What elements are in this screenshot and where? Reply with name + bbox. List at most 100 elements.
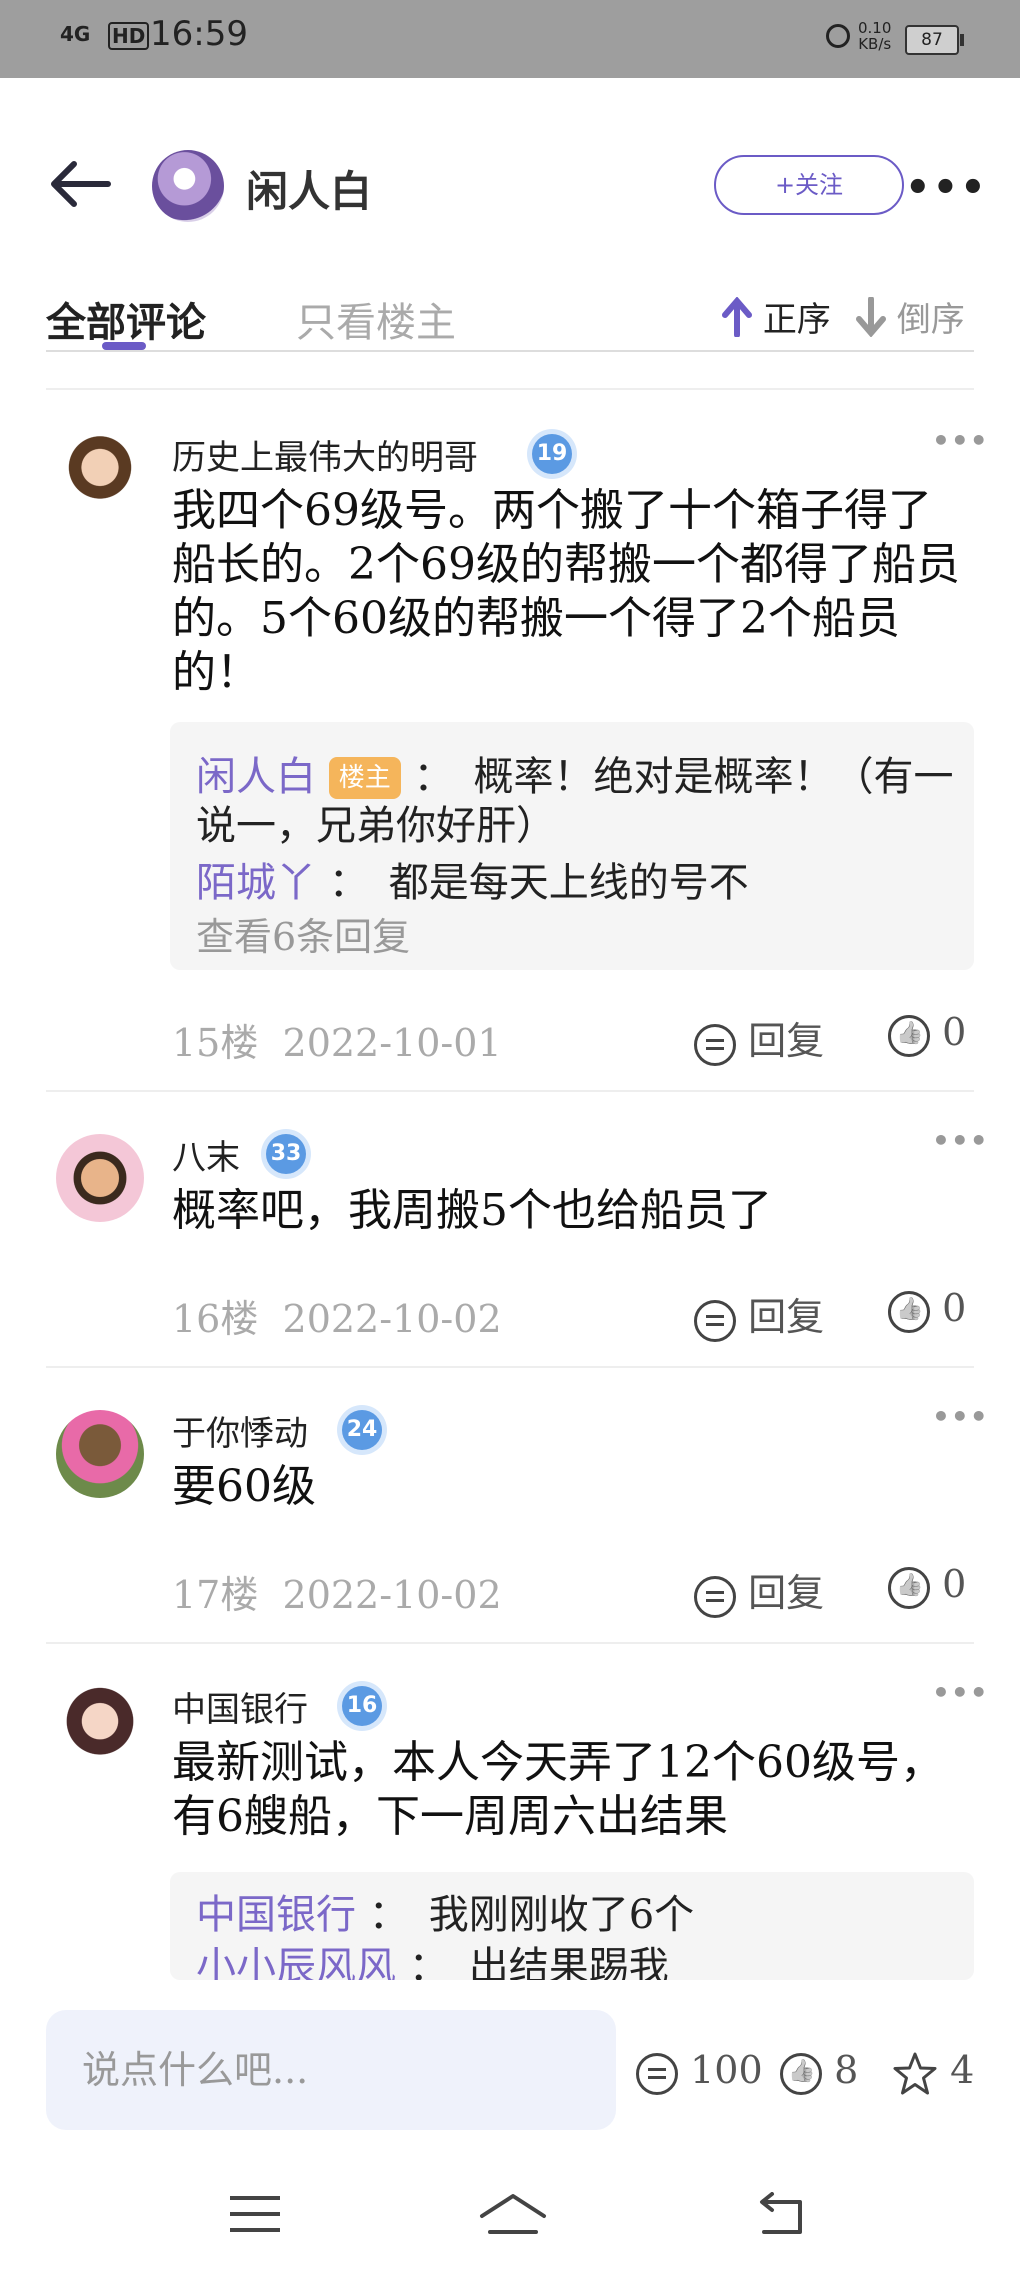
comment-text: 我四个69级号。两个搬了十个箱子得了船长的。2个69级的帮搬一个都得了船员的。5… (172, 485, 960, 698)
reply-username[interactable]: 陌城丫 (196, 860, 316, 906)
home-icon[interactable] (478, 2192, 548, 2246)
divider (46, 1642, 974, 1644)
comment-more-icon[interactable]: ••• (932, 424, 989, 457)
comment-username[interactable]: 历史上最伟大的明哥 (172, 430, 478, 479)
network-indicator: 4G (60, 22, 91, 46)
battery-icon: 87 (905, 25, 964, 55)
comment-username[interactable]: 八末 (172, 1130, 240, 1179)
follow-button[interactable]: +关注 (714, 155, 904, 215)
reply-button[interactable]: 回复 (694, 1286, 824, 1342)
reply-label: 回复 (748, 1571, 825, 1615)
comment-avatar[interactable] (56, 434, 144, 522)
reply-label: 回复 (748, 1295, 825, 1339)
tabs-divider (46, 350, 974, 352)
reply-label: 回复 (748, 1019, 825, 1063)
reply-item: 中国银行 ： 我刚刚收了6个 (196, 1882, 956, 1940)
host-badge: 楼主 (328, 757, 401, 799)
comment-date: 2022-10-02 (282, 1573, 502, 1617)
like-button[interactable]: 0 (888, 1562, 966, 1609)
level-badge: 24 (342, 1410, 382, 1450)
like-count: 0 (942, 1562, 967, 1606)
floor-number: 15楼 (172, 1021, 259, 1065)
page-title: 闲人白 (246, 167, 373, 216)
comment-more-icon[interactable]: ••• (932, 1676, 989, 1709)
floor-number: 16楼 (172, 1297, 259, 1341)
like-button[interactable]: 0 (888, 1286, 966, 1333)
hd-indicator: HD (108, 22, 150, 50)
level-badge: 19 (532, 434, 572, 474)
comment-more-icon[interactable]: ••• (932, 1124, 989, 1157)
back-icon[interactable] (752, 2192, 808, 2246)
level-badge: 33 (266, 1134, 306, 1174)
back-arrow-icon[interactable] (48, 160, 112, 212)
comments-count: 100 (690, 2048, 763, 2092)
comment-meta: 17楼 2022-10-02 (172, 1564, 502, 1619)
thumbs-up-icon (888, 1014, 930, 1057)
reply-item: 小小辰风风 ： 出结果踢我 (196, 1934, 956, 1980)
floor-number: 17楼 (172, 1573, 259, 1617)
sort-descending-button[interactable]: 倒序 (856, 292, 965, 341)
comment-meta: 16楼 2022-10-02 (172, 1288, 502, 1343)
likes-count-button[interactable]: 8 (780, 2048, 858, 2095)
thumbs-up-icon (888, 1566, 930, 1609)
reply-item: 闲人白 楼主 ： 概率！绝对是概率！（有一说一，兄弟你好肝） (196, 744, 956, 850)
level-badge: 16 (342, 1686, 382, 1726)
like-count: 0 (942, 1010, 967, 1054)
favorites-count: 4 (950, 2048, 975, 2092)
clock: 16:59 (150, 14, 248, 54)
like-button[interactable]: 0 (888, 1010, 966, 1057)
thumbs-up-icon (888, 1290, 930, 1333)
comment-date: 2022-10-02 (282, 1297, 502, 1341)
reply-button[interactable]: 回复 (694, 1562, 824, 1618)
comment-text: 最新测试，本人今天弄了12个60级号，有6艘船，下一周周六出结果 (172, 1737, 944, 1842)
reply-text: ： 出结果踢我 (408, 1944, 669, 1980)
reply-icon (694, 1023, 736, 1066)
reply-preview-box[interactable]: 中国银行 ： 我刚刚收了6个 小小辰风风 ： 出结果踢我 (170, 1872, 974, 1980)
view-more-replies-link[interactable]: 查看6条回复 (196, 906, 410, 961)
arrow-down-icon (856, 296, 886, 338)
comment-avatar[interactable] (56, 1686, 144, 1774)
reply-preview-box[interactable]: 闲人白 楼主 ： 概率！绝对是概率！（有一说一，兄弟你好肝） 陌城丫 ： 都是每… (170, 722, 974, 970)
comment-avatar[interactable] (56, 1410, 144, 1498)
like-count: 0 (942, 1286, 967, 1330)
comment-meta: 15楼 2022-10-01 (172, 1012, 502, 1067)
reply-text: ： 我刚刚收了6个 (368, 1892, 695, 1938)
comment-date: 2022-10-01 (282, 1021, 502, 1065)
comment-more-icon[interactable]: ••• (932, 1400, 989, 1433)
divider (46, 388, 974, 390)
more-options-icon[interactable]: ••• (905, 165, 988, 211)
sort-descending-label: 倒序 (896, 300, 965, 340)
reply-icon (694, 1299, 736, 1342)
reply-button[interactable]: 回复 (694, 1010, 824, 1066)
status-bar: 4G HD 16:59 0.10 KB/s 87 (0, 0, 1020, 78)
reply-username[interactable]: 中国银行 (196, 1892, 356, 1938)
thumbs-up-icon (780, 2052, 822, 2095)
comment-icon (636, 2052, 678, 2095)
comment-text: 概率吧，我周搬5个也给船员了 (172, 1185, 772, 1236)
comment-avatar[interactable] (56, 1134, 144, 1222)
author-avatar[interactable] (152, 150, 224, 222)
reply-icon (694, 1575, 736, 1618)
comment-username[interactable]: 中国银行 (172, 1682, 308, 1731)
comments-count-button[interactable]: 100 (636, 2048, 763, 2095)
divider (46, 1090, 974, 1092)
likes-count: 8 (834, 2048, 859, 2092)
active-tab-indicator (102, 342, 146, 350)
comment-input[interactable]: 说点什么吧... (46, 2010, 616, 2130)
comment-username[interactable]: 于你悸动 (172, 1406, 308, 1455)
menu-icon[interactable] (230, 2196, 280, 2200)
sort-ascending-label: 正序 (762, 300, 831, 340)
network-speed: 0.10 KB/s (858, 19, 892, 53)
tab-all-comments[interactable]: 全部评论 (46, 290, 206, 348)
sort-ascending-button[interactable]: 正序 (722, 292, 831, 341)
tab-host-only[interactable]: 只看楼主 (296, 290, 456, 348)
reply-item: 陌城丫 ： 都是每天上线的号不 (196, 850, 956, 908)
favorites-count-button[interactable]: 4 (892, 2048, 974, 2097)
arrow-up-icon (722, 296, 752, 338)
reply-username[interactable]: 闲人白 (196, 754, 316, 800)
star-icon (893, 2052, 937, 2094)
reply-username[interactable]: 小小辰风风 (196, 1944, 396, 1980)
comment-text: 要60级 (172, 1461, 316, 1512)
divider (46, 1366, 974, 1368)
reply-text: ： 都是每天上线的号不 (328, 860, 749, 906)
